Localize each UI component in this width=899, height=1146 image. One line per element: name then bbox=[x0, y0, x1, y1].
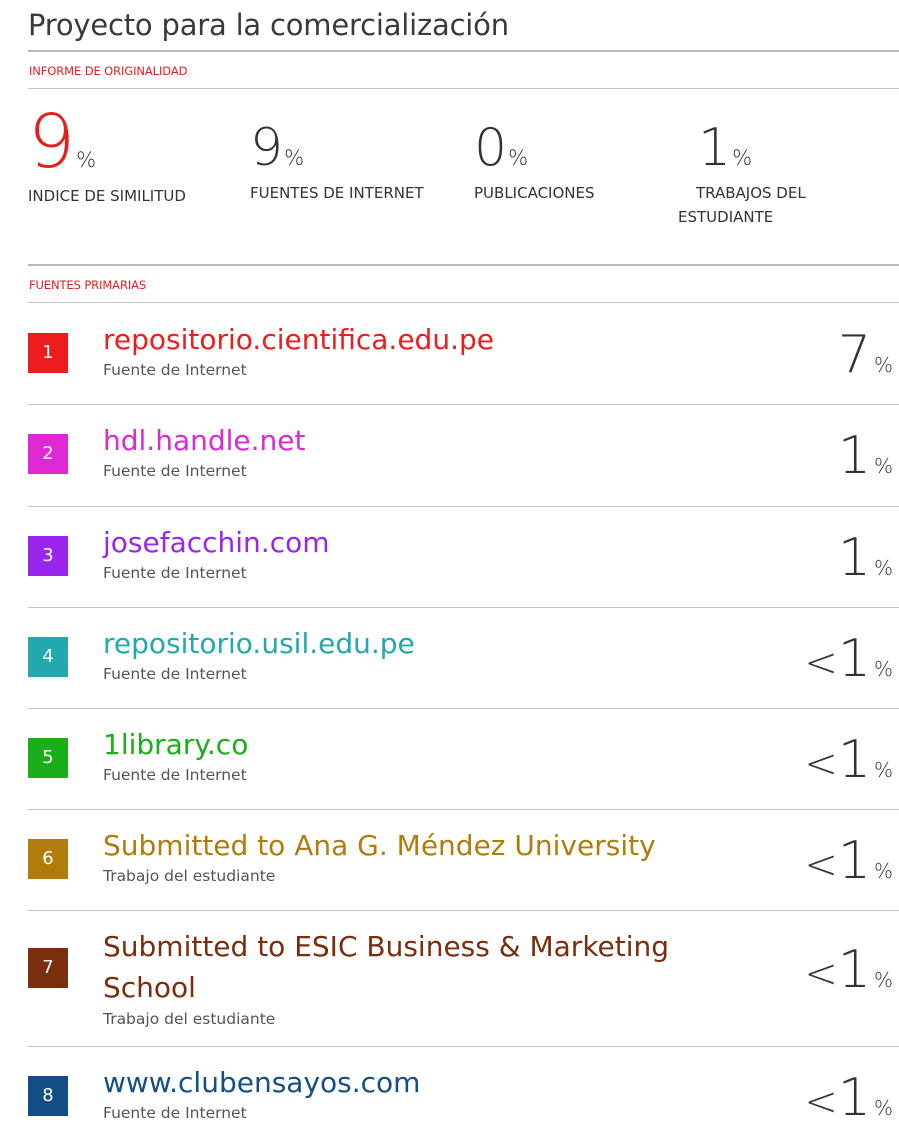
match-percent-sign: % bbox=[873, 454, 893, 478]
stat-internet-label: FUENTES DE INTERNET bbox=[250, 184, 424, 202]
match-value: 1 bbox=[837, 426, 871, 486]
source-row: 6 Submitted to Ana G. Méndez University Tr… bbox=[0, 809, 899, 909]
stat-publications-value: 0% bbox=[474, 118, 529, 178]
source-match-percent: <1% bbox=[804, 1072, 893, 1124]
source-name-link[interactable]: repositorio.cientifica.edu.pe bbox=[103, 323, 494, 357]
stat-internet-value: 9% bbox=[250, 118, 305, 178]
source-type-label: Fuente de Internet bbox=[103, 564, 247, 582]
source-match-percent: <1% bbox=[804, 944, 893, 996]
source-row: 7 Submitted to ESIC Business & Marketing S… bbox=[0, 910, 899, 1028]
match-percent-sign: % bbox=[873, 657, 893, 681]
stats-divider bbox=[28, 264, 899, 266]
source-type-label: Trabajo del estudiante bbox=[103, 1010, 276, 1028]
source-rank-badge: 7 bbox=[28, 948, 68, 988]
stat-publications: 0% PUBLICACIONES bbox=[474, 122, 595, 205]
source-name-link[interactable]: Submitted to ESIC Business & Marketing bbox=[103, 930, 669, 964]
source-row: 4 repositorio.usil.edu.pe Fuente de Intern… bbox=[0, 607, 899, 707]
source-rank-badge: 2 bbox=[28, 434, 68, 474]
match-percent-sign: % bbox=[873, 758, 893, 782]
source-match-percent: <1% bbox=[804, 633, 893, 685]
source-match-percent: 1% bbox=[838, 532, 893, 584]
match-value: 1 bbox=[837, 940, 871, 1000]
source-match-percent: <1% bbox=[804, 835, 893, 887]
source-match-percent: 1% bbox=[838, 430, 893, 482]
match-less-than-prefix: < bbox=[804, 741, 838, 787]
stat-similarity: 9% INDICE DE SIMILITUD bbox=[28, 105, 186, 208]
title-divider bbox=[28, 50, 899, 52]
source-type-label: Fuente de Internet bbox=[103, 462, 247, 480]
stat-similarity-value: 9% bbox=[28, 99, 97, 185]
match-value: 1 bbox=[837, 730, 871, 790]
source-type-label: Trabajo del estudiante bbox=[103, 867, 276, 885]
source-rank-badge: 4 bbox=[28, 637, 68, 677]
source-name-link-continued[interactable]: School bbox=[103, 971, 196, 1005]
report-divider bbox=[28, 88, 899, 89]
stat-student: 1% TRABAJOS DEL ESTUDIANTE bbox=[678, 122, 806, 229]
source-name-link[interactable]: Submitted to Ana G. Méndez University bbox=[103, 829, 656, 863]
match-value: 7 bbox=[837, 325, 871, 385]
stat-internet: 9% FUENTES DE INTERNET bbox=[250, 122, 424, 205]
stat-similarity-label: INDICE DE SIMILITUD bbox=[28, 187, 186, 205]
source-match-percent: <1% bbox=[804, 734, 893, 786]
source-row: 8 www.clubensayos.com Fuente de Internet <1… bbox=[0, 1046, 899, 1146]
source-match-percent: 7% bbox=[838, 329, 893, 381]
source-rank-badge: 5 bbox=[28, 738, 68, 778]
match-value: 1 bbox=[837, 528, 871, 588]
source-row: 5 1library.co Fuente de Internet <1% bbox=[0, 708, 899, 808]
source-type-label: Fuente de Internet bbox=[103, 361, 247, 379]
source-type-label: Fuente de Internet bbox=[103, 1104, 247, 1122]
match-percent-sign: % bbox=[873, 859, 893, 883]
match-less-than-prefix: < bbox=[804, 842, 838, 888]
source-rank-badge: 6 bbox=[28, 839, 68, 879]
match-percent-sign: % bbox=[873, 556, 893, 580]
source-type-label: Fuente de Internet bbox=[103, 665, 247, 683]
source-row: 2 hdl.handle.net Fuente de Internet 1% bbox=[0, 404, 899, 504]
match-value: 1 bbox=[837, 1068, 871, 1128]
source-rank-badge: 3 bbox=[28, 536, 68, 576]
source-name-link[interactable]: www.clubensayos.com bbox=[103, 1066, 420, 1100]
report-label: INFORME DE ORIGINALIDAD bbox=[29, 64, 188, 78]
source-name-link[interactable]: josefacchin.com bbox=[103, 526, 330, 560]
primary-sources-label: FUENTES PRIMARIAS bbox=[29, 278, 147, 292]
match-less-than-prefix: < bbox=[804, 640, 838, 686]
stat-student-value: 1% bbox=[698, 118, 753, 178]
stat-student-label: TRABAJOS DEL ESTUDIANTE bbox=[678, 184, 806, 226]
source-name-link[interactable]: hdl.handle.net bbox=[103, 424, 305, 458]
match-less-than-prefix: < bbox=[804, 1079, 838, 1125]
source-name-link[interactable]: 1library.co bbox=[103, 728, 248, 762]
document-title: Proyecto para la comercialización bbox=[28, 8, 509, 42]
match-percent-sign: % bbox=[873, 968, 893, 992]
match-percent-sign: % bbox=[873, 353, 893, 377]
match-less-than-prefix: < bbox=[804, 951, 838, 997]
stat-publications-label: PUBLICACIONES bbox=[474, 184, 595, 202]
source-rank-badge: 1 bbox=[28, 333, 68, 373]
match-value: 1 bbox=[837, 831, 871, 891]
source-name-link[interactable]: repositorio.usil.edu.pe bbox=[103, 627, 415, 661]
source-rank-badge: 8 bbox=[28, 1076, 68, 1116]
match-value: 1 bbox=[837, 629, 871, 689]
source-type-label: Fuente de Internet bbox=[103, 766, 247, 784]
match-percent-sign: % bbox=[873, 1096, 893, 1120]
source-row: 3 josefacchin.com Fuente de Internet 1% bbox=[0, 506, 899, 606]
source-row: 1 repositorio.cientifica.edu.pe Fuente de … bbox=[0, 303, 899, 403]
